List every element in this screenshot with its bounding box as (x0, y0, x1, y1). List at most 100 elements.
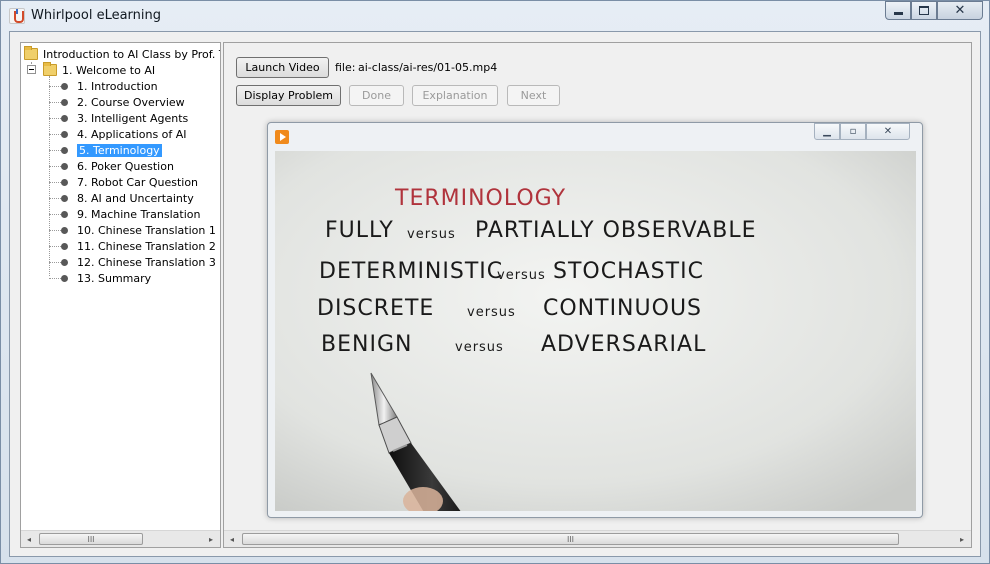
tree-item-label: 13. Summary (77, 271, 152, 285)
tree-connector (49, 86, 61, 87)
line3-middle: versus (467, 305, 516, 320)
tree-connector (49, 118, 61, 119)
leaf-bullet-icon (61, 115, 68, 122)
line3-right: CONTINUOUS (543, 296, 702, 321)
line1-left: FULLY (325, 218, 394, 243)
done-button[interactable]: Done (349, 85, 404, 106)
leaf-bullet-icon (61, 179, 68, 186)
tree-item[interactable]: 8. AI and Uncertainty (77, 190, 194, 206)
folder-icon (43, 62, 57, 76)
leaf-bullet-icon (61, 259, 68, 266)
tree-connector (49, 198, 61, 199)
tree-connector (49, 182, 61, 183)
leaf-bullet-icon (61, 227, 68, 234)
tree-connector (49, 246, 61, 247)
close-button[interactable]: ✕ (937, 1, 983, 20)
line3-left: DISCRETE (317, 296, 434, 321)
tree-item-label: 11. Chinese Translation 2 (77, 239, 216, 253)
scroll-thumb[interactable]: III (39, 533, 143, 545)
tree-item[interactable]: 10. Chinese Translation 1 (77, 222, 216, 238)
video-heading: TERMINOLOGY (394, 186, 566, 211)
explanation-button[interactable]: Explanation (412, 85, 498, 106)
tree-connector (49, 134, 61, 135)
leaf-bullet-icon (61, 211, 68, 218)
maximize-button[interactable] (911, 1, 937, 20)
leaf-bullet-icon (61, 83, 68, 90)
content-horizontal-scrollbar[interactable]: ◂ III ▸ (224, 530, 971, 547)
tree-root[interactable]: Introduction to AI Class by Prof. Thrun (24, 46, 220, 62)
tree-item-label: 12. Chinese Translation 3 (77, 255, 216, 269)
video-frame-drawing: TERMINOLOGY FULLY versus PARTIALLY OBSER… (275, 151, 916, 511)
line4-middle: versus (455, 340, 504, 355)
title-bar[interactable]: Whirlpool eLearning ✕ (1, 1, 989, 31)
tree-item-label: 3. Intelligent Agents (77, 111, 189, 125)
tree-item[interactable]: 12. Chinese Translation 3 (77, 254, 216, 270)
tree-section[interactable]: 1. Welcome to AI (43, 62, 155, 78)
leaf-bullet-icon (61, 147, 68, 154)
file-prefix: file: (335, 61, 356, 74)
tree-connector (49, 230, 61, 231)
tree-item[interactable]: 9. Machine Translation (77, 206, 200, 222)
tree-connector (49, 150, 61, 151)
video-maximize-button[interactable]: ▫ (840, 123, 866, 140)
scroll-thumb[interactable]: III (242, 533, 899, 545)
scroll-left-arrow-icon[interactable]: ◂ (224, 531, 240, 547)
tree-connector (49, 102, 61, 103)
window-controls: ✕ (885, 1, 983, 21)
tree-item-label: 1. Introduction (77, 79, 158, 93)
video-minimize-button[interactable]: ▁ (814, 123, 840, 140)
display-problem-button[interactable]: Display Problem (236, 85, 341, 106)
tree-item[interactable]: 3. Intelligent Agents (77, 110, 188, 126)
tree-connector (49, 278, 61, 279)
next-button[interactable]: Next (507, 85, 560, 106)
vlc-icon (275, 130, 289, 144)
tree-item[interactable]: 11. Chinese Translation 2 (77, 238, 216, 254)
tree-item[interactable]: 5. Terminology (77, 142, 162, 158)
tree-item-label: 7. Robot Car Question (77, 175, 199, 189)
line1-right: PARTIALLY OBSERVABLE (475, 218, 757, 243)
line4-right: ADVERSARIAL (541, 332, 706, 357)
line2-left: DETERMINISTIC (319, 259, 503, 284)
collapse-toggle[interactable] (27, 65, 36, 74)
tree-connector (49, 262, 61, 263)
tree-item[interactable]: 1. Introduction (77, 78, 158, 94)
tree-connector (49, 214, 61, 215)
tree-item[interactable]: 7. Robot Car Question (77, 174, 198, 190)
tree-item[interactable]: 4. Applications of AI (77, 126, 187, 142)
tree-root-label: Introduction to AI Class by Prof. Thrun (43, 47, 220, 61)
line2-right: STOCHASTIC (553, 259, 704, 284)
tree-item-label: 9. Machine Translation (77, 207, 201, 221)
app-window: Whirlpool eLearning ✕ Introduction to AI… (0, 0, 990, 564)
content-panel: Launch Video file: ai-class/ai-res/01-05… (223, 42, 972, 548)
leaf-bullet-icon (61, 195, 68, 202)
launch-video-button[interactable]: Launch Video (236, 57, 329, 78)
tree-section-label: 1. Welcome to AI (62, 63, 156, 77)
scroll-right-arrow-icon[interactable]: ▸ (954, 531, 970, 547)
tree-item-label: 6. Poker Question (77, 159, 174, 173)
client-area: Introduction to AI Class by Prof. Thrun … (9, 31, 981, 557)
scroll-left-arrow-icon[interactable]: ◂ (21, 531, 37, 547)
leaf-bullet-icon (61, 275, 68, 282)
tree-item-label: 4. Applications of AI (77, 127, 187, 141)
line4-left: BENIGN (321, 332, 412, 357)
folder-icon (24, 46, 38, 60)
line2-middle: versus (497, 268, 546, 283)
tree-connector (49, 166, 61, 167)
tree-item-label: 2. Course Overview (77, 95, 185, 109)
leaf-bullet-icon (61, 99, 68, 106)
video-close-button[interactable]: ✕ (866, 123, 910, 140)
window-title: Whirlpool eLearning (31, 8, 161, 23)
video-player-window: ▁ ▫ ✕ TERMINOLOGY FULLY versus PARTIALLY… (267, 122, 923, 518)
video-frame[interactable]: TERMINOLOGY FULLY versus PARTIALLY OBSER… (275, 151, 916, 511)
tree-item[interactable]: 2. Course Overview (77, 94, 185, 110)
file-path: ai-class/ai-res/01-05.mp4 (358, 61, 498, 74)
java-app-icon (9, 8, 25, 24)
tree-item-label: 5. Terminology (77, 143, 162, 157)
tree-horizontal-scrollbar[interactable]: ◂ III ▸ (21, 530, 220, 547)
tree-item[interactable]: 6. Poker Question (77, 158, 174, 174)
leaf-bullet-icon (61, 163, 68, 170)
minimize-button[interactable] (885, 1, 911, 20)
lesson-tree: Introduction to AI Class by Prof. Thrun … (20, 42, 221, 548)
scroll-right-arrow-icon[interactable]: ▸ (203, 531, 219, 547)
tree-item[interactable]: 13. Summary (77, 270, 151, 286)
